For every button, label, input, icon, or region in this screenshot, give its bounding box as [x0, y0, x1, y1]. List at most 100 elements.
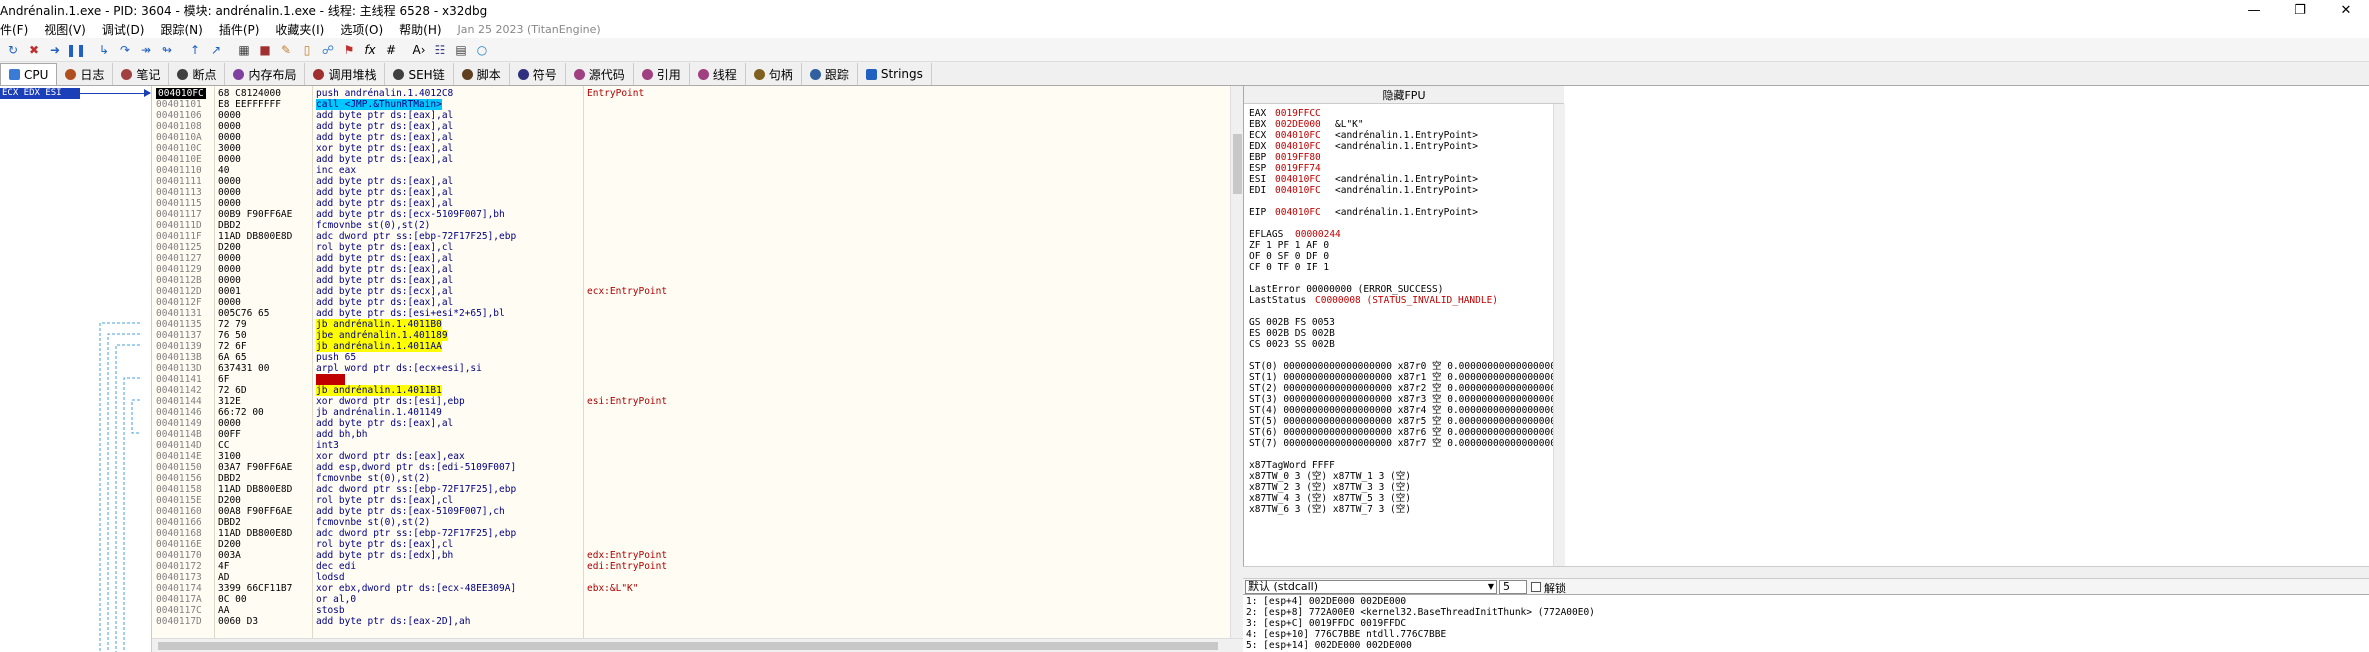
disasm-row[interactable]: 00401156 DBD2 fcmovnbe st(0),st(2)	[152, 473, 1230, 484]
globe-icon[interactable]: ○	[473, 41, 491, 59]
fpu-register-row[interactable]: ST(7) 0000000000000000000 x87r7 空 0.0000…	[1249, 438, 1562, 449]
disassembly-view[interactable]: 004010FC 68 C8124000 push andrénalin.1.401…	[152, 86, 1230, 638]
restore-icon[interactable]: ❐	[2277, 0, 2323, 20]
disasm-row[interactable]: 00401144 312E xor dword ptr ds:[esi],ebp es…	[152, 396, 1230, 407]
menu-trace[interactable]: 跟踪(N)	[160, 21, 202, 38]
tagword-detail-row[interactable]: x87TW_4 3 (空) x87TW_5 3 (空)	[1249, 493, 1411, 504]
tab-source[interactable]: 源代码	[566, 63, 634, 85]
memory-icon[interactable]: ▯	[298, 41, 316, 59]
stack-arg-line[interactable]: 1: [esp+4] 002DE000 002DE000	[1246, 597, 1406, 607]
step-over-icon[interactable]: ↷	[116, 41, 134, 59]
disasm-row[interactable]: 0040114B 00FF add bh,bh	[152, 429, 1230, 440]
disasm-row[interactable]: 00401150 03A7 F90FF6AE add esp,dword ptr d…	[152, 462, 1230, 473]
fpu-register-row[interactable]: ST(5) 0000000000000000000 x87r5 空 0.0000…	[1249, 416, 1562, 427]
trace-over-icon[interactable]: ↬	[158, 41, 176, 59]
disasm-row[interactable]: 0040112D 0001 add byte ptr ds:[ecx],al ecx:…	[152, 286, 1230, 297]
fpu-register-row[interactable]: ST(4) 0000000000000000000 x87r4 空 0.0000…	[1249, 405, 1562, 416]
tab-cpu[interactable]: CPU	[0, 63, 58, 85]
disasm-row[interactable]: 00401131 005C76 65 add byte ptr ds:[esi+es…	[152, 308, 1230, 319]
branch-gutter[interactable]: ECX EDX ESI EDI	[0, 86, 152, 652]
hw-breakpoint-icon[interactable]: ■	[256, 41, 274, 59]
eflags-row[interactable]: EFLAGS 00000244	[1249, 229, 1341, 240]
stack-arguments[interactable]: 1: [esp+4] 002DE000 002DE000 2: [esp+8] …	[1243, 594, 2369, 652]
tab-seh[interactable]: SEH链	[385, 63, 454, 85]
disasm-row[interactable]: 0040112B 0000 add byte ptr ds:[eax],al	[152, 275, 1230, 286]
disasm-row[interactable]: 0040111F 11AD DB800E8D adc dword ptr ss:[e…	[152, 231, 1230, 242]
register-row[interactable]: ECX 004010FC <andrénalin.1.EntryPoint>	[1249, 130, 1478, 141]
disasm-row[interactable]: 00401110 40 inc eax	[152, 165, 1230, 176]
function-icon[interactable]: fx	[361, 41, 379, 59]
disasm-row[interactable]: 00401135 72 79 jb andrénalin.1.4011B0	[152, 319, 1230, 330]
last-error-row[interactable]: LastError 00000000 (ERROR_SUCCESS)	[1249, 284, 1443, 295]
register-row[interactable]: EDX 004010FC <andrénalin.1.EntryPoint>	[1249, 141, 1478, 152]
disasm-row[interactable]: 00401111 0000 add byte ptr ds:[eax],al	[152, 176, 1230, 187]
fpu-register-row[interactable]: ST(2) 0000000000000000000 x87r2 空 0.0000…	[1249, 383, 1562, 394]
disasm-row[interactable]: 0040112F 0000 add byte ptr ds:[eax],al	[152, 297, 1230, 308]
tab-handles[interactable]: 句柄	[746, 63, 802, 85]
tab-references[interactable]: 引用	[634, 63, 690, 85]
minimize-icon[interactable]: —	[2231, 0, 2277, 20]
register-row[interactable]: ESI 004010FC <andrénalin.1.EntryPoint>	[1249, 174, 1478, 185]
fpu-register-row[interactable]: ST(6) 0000000000000000000 x87r6 空 0.0000…	[1249, 427, 1562, 438]
register-row[interactable]: EAX 0019FFCC	[1249, 108, 1335, 119]
stack-arg-line[interactable]: 4: [esp+10] 776C7BBE ntdll.776C7BBE	[1246, 630, 1446, 640]
registers-vscroll[interactable]	[1553, 104, 1565, 566]
disasm-row[interactable]: 0040110A 0000 add byte ptr ds:[eax],al	[152, 132, 1230, 143]
close-file-icon[interactable]: ✖	[25, 41, 43, 59]
run-icon[interactable]: ➜	[46, 41, 64, 59]
disasm-row[interactable]: 00401174 3399 66CF11B7 xor ebx,dword ptr d…	[152, 583, 1230, 594]
tagword-detail-row[interactable]: x87TW_2 3 (空) x87TW_3 3 (空)	[1249, 482, 1411, 493]
menu-view[interactable]: 视图(V)	[44, 21, 86, 38]
disasm-row[interactable]: 00401125 D200 rol byte ptr ds:[eax],cl	[152, 242, 1230, 253]
pause-icon[interactable]: ❚❚	[66, 41, 86, 59]
restart-icon[interactable]: ↻	[4, 41, 22, 59]
tab-breakpoints[interactable]: 断点	[169, 63, 226, 85]
register-row[interactable]: EBP 0019FF80	[1249, 152, 1335, 163]
tab-memory-map[interactable]: 内存布局	[225, 63, 306, 85]
registers-pane[interactable]: 隐藏FPU EAX 0019FFCC EBX 002DE000 &L"K" ECX 0040…	[1243, 86, 2369, 566]
disasm-row[interactable]: 0040114D CC int3	[152, 440, 1230, 451]
disassembly-hscroll[interactable]	[152, 638, 1243, 652]
scroll-thumb[interactable]	[158, 642, 1218, 650]
calculator-icon[interactable]: ☷	[431, 41, 449, 59]
fpu-register-row[interactable]: ST(1) 0000000000000000000 x87r1 空 0.0000…	[1249, 372, 1562, 383]
disasm-row[interactable]: 00401129 0000 add byte ptr ds:[eax],al	[152, 264, 1230, 275]
flags-row[interactable]: ZF 1 PF 1 AF 0	[1249, 240, 1329, 251]
link-icon[interactable]: ☍	[319, 41, 337, 59]
stack-arg-line[interactable]: 3: [esp+C] 0019FFDC 0019FFDC	[1246, 619, 1406, 629]
segment-row[interactable]: CS 0023 SS 002B	[1249, 339, 1335, 350]
tagword-detail-row[interactable]: x87TW_6 3 (空) x87TW_7 3 (空)	[1249, 504, 1411, 515]
disasm-row[interactable]: 00401158 11AD DB800E8D adc dword ptr ss:[e…	[152, 484, 1230, 495]
disasm-row[interactable]: 00401139 72 6F jb andrénalin.1.4011AA	[152, 341, 1230, 352]
trace-into-icon[interactable]: ↠	[137, 41, 155, 59]
disasm-row[interactable]: 00401160 00A8 F90FF6AE add byte ptr ds:[ea…	[152, 506, 1230, 517]
stack-arg-line[interactable]: 5: [esp+14] 002DE000 002DE000	[1246, 641, 1412, 651]
notepad-icon[interactable]: ▤	[452, 41, 470, 59]
disasm-row[interactable]: 00401168 11AD DB800E8D adc dword ptr ss:[e…	[152, 528, 1230, 539]
tab-strings[interactable]: Strings	[858, 63, 932, 85]
arg-count-spinner[interactable]: 5	[1499, 580, 1527, 594]
disasm-row[interactable]: 0040110C 3000 xor byte ptr ds:[eax],al	[152, 143, 1230, 154]
flags-row[interactable]: OF 0 SF 0 DF 0	[1249, 251, 1329, 262]
disasm-row[interactable]: 0040115E D200 rol byte ptr ds:[eax],cl	[152, 495, 1230, 506]
tab-log[interactable]: 日志	[57, 63, 114, 85]
font-icon[interactable]: A›	[410, 41, 428, 59]
tab-symbols[interactable]: 符号	[510, 63, 566, 85]
run-to-user-icon[interactable]: ↗	[207, 41, 225, 59]
eip-row[interactable]: EIP 004010FC <andrénalin.1.EntryPoint>	[1249, 207, 1478, 218]
register-row[interactable]: EDI 004010FC <andrénalin.1.EntryPoint>	[1249, 185, 1478, 196]
register-row[interactable]: ESP 0019FF74	[1249, 163, 1335, 174]
tagword-row[interactable]: x87TagWord FFFF	[1249, 460, 1335, 471]
menu-options[interactable]: 选项(O)	[340, 21, 383, 38]
tab-callstack[interactable]: 调用堆栈	[305, 63, 386, 85]
disasm-row[interactable]: 0040113D 637431 00 arpl word ptr ds:[ecx+e…	[152, 363, 1230, 374]
disasm-row[interactable]: 0040116E D200 rol byte ptr ds:[eax],cl	[152, 539, 1230, 550]
disasm-row[interactable]: 0040117D 0060 D3 add byte ptr ds:[eax-2D],…	[152, 616, 1230, 627]
disasm-row[interactable]: 00401113 0000 add byte ptr ds:[eax],al	[152, 187, 1230, 198]
unlock-checkbox[interactable]	[1531, 582, 1541, 592]
disasm-row[interactable]: 00401141 6F outsd	[152, 374, 1230, 385]
scroll-thumb[interactable]	[1233, 134, 1242, 194]
menu-plugins[interactable]: 插件(P)	[219, 21, 260, 38]
disasm-row[interactable]: 00401173 AD lodsd	[152, 572, 1230, 583]
hide-fpu-button[interactable]: 隐藏FPU	[1244, 86, 1564, 104]
